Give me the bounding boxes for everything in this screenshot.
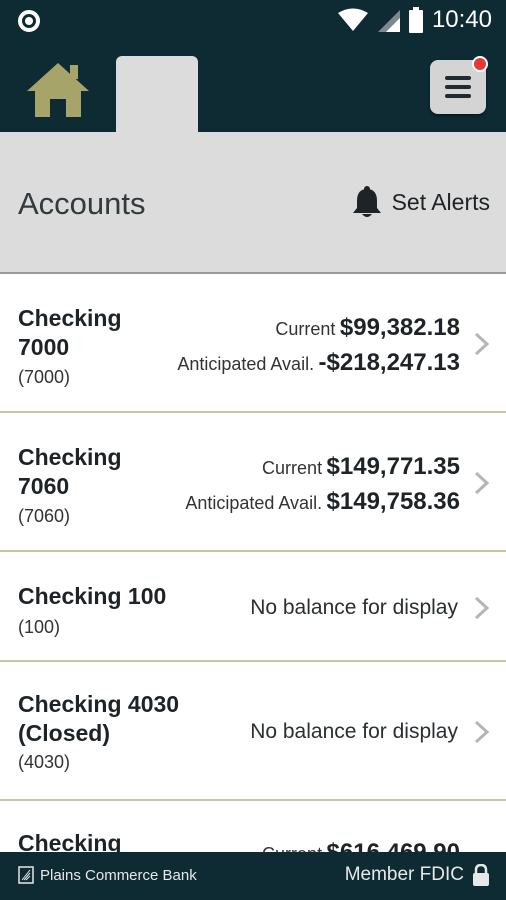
menu-icon — [445, 76, 471, 80]
no-balance-text: No balance for display — [250, 596, 458, 619]
status-icons: 10:40 — [337, 6, 492, 34]
account-name: Checking 7000 — [18, 304, 122, 362]
anticipated-amount: -$218,247.13 — [318, 349, 460, 376]
chevron-right-icon — [474, 332, 490, 356]
member-fdic: Member FDIC — [345, 864, 490, 886]
anticipated-label: Anticipated Avail. — [185, 493, 323, 513]
footer: Plains Commerce Bank Member FDIC — [0, 852, 506, 900]
bank-name: Plains Commerce Bank — [40, 866, 197, 884]
set-alerts-button[interactable]: Set Alerts — [352, 186, 490, 218]
bank-logo-icon — [18, 866, 34, 884]
home-button[interactable] — [26, 62, 90, 118]
notification-badge — [472, 56, 488, 72]
account-number: (4030) — [18, 752, 71, 772]
account-name: Checking — [18, 830, 122, 852]
chevron-right-icon — [474, 471, 490, 495]
current-amount: $616,469.90 — [327, 839, 460, 852]
account-row-100[interactable]: Checking 100 (100) No balance for displa… — [0, 552, 506, 662]
account-row-4030[interactable]: Checking 4030 (Closed) (4030) No balance… — [0, 662, 506, 801]
no-balance-text: No balance for display — [250, 720, 458, 743]
cell-signal-icon — [377, 10, 400, 32]
status-bar: 10:40 — [0, 0, 506, 42]
account-name-line1: Checking 4030 — [18, 691, 180, 717]
member-fdic-label: Member FDIC — [344, 864, 464, 885]
current-label: Current — [275, 319, 336, 339]
menu-icon-bar — [445, 94, 471, 98]
account-row-7000[interactable]: Checking 7000 (7000) Current $99,382.18 … — [0, 274, 506, 413]
current-label: Current — [262, 844, 322, 852]
anticipated-balance: Anticipated Avail. -$218,247.13 — [177, 349, 460, 377]
battery-icon — [408, 7, 423, 33]
account-name: Checking 4030 (Closed) — [18, 690, 179, 748]
account-name: Checking 7060 — [18, 443, 122, 501]
account-name: Checking 100 — [18, 583, 167, 609]
page-title: Accounts — [18, 186, 146, 221]
current-balance: Current $99,382.18 — [275, 314, 460, 342]
chevron-right-icon — [474, 596, 490, 620]
account-name-line1: Checking — [18, 305, 122, 331]
notification-status-icon — [18, 10, 40, 32]
bank-logo: Plains Commerce Bank — [18, 866, 197, 884]
lock-icon — [473, 864, 489, 886]
account-name-line1: Checking — [18, 444, 122, 470]
account-number: (7060) — [18, 506, 71, 526]
anticipated-amount: $149,758.36 — [326, 488, 460, 515]
current-amount: $99,382.18 — [339, 314, 460, 341]
chevron-right-icon — [474, 720, 490, 744]
home-icon — [27, 63, 89, 117]
account-row-partial[interactable]: Checking Current $616,469.90 — [0, 801, 506, 852]
account-number: (100) — [18, 617, 61, 637]
status-time: 10:40 — [431, 6, 492, 33]
current-amount: $149,771.35 — [326, 453, 460, 480]
app-bar — [0, 42, 506, 134]
anticipated-label: Anticipated Avail. — [177, 354, 315, 374]
tab-blank[interactable] — [116, 56, 198, 134]
current-balance: Current $149,771.35 — [262, 453, 460, 481]
account-number: (7000) — [18, 367, 71, 387]
current-label: Current — [262, 458, 323, 478]
account-name-line2: 7060 — [18, 473, 70, 499]
account-name-line2: 7000 — [18, 334, 70, 360]
bell-icon — [352, 186, 381, 217]
set-alerts-label: Set Alerts — [391, 188, 490, 215]
account-list[interactable]: Checking 7000 (7000) Current $99,382.18 … — [0, 274, 506, 852]
account-row-7060[interactable]: Checking 7060 (7060) Current $149,771.35… — [0, 413, 506, 552]
wifi-icon — [337, 8, 368, 31]
menu-icon-bar — [445, 85, 471, 89]
anticipated-balance: Anticipated Avail. $149,758.36 — [185, 488, 460, 516]
account-name-line2: (Closed) — [18, 720, 110, 746]
current-balance: Current $616,469.90 — [262, 839, 460, 852]
menu-button[interactable] — [430, 56, 488, 114]
page-header: Accounts Set Alerts — [0, 132, 506, 274]
